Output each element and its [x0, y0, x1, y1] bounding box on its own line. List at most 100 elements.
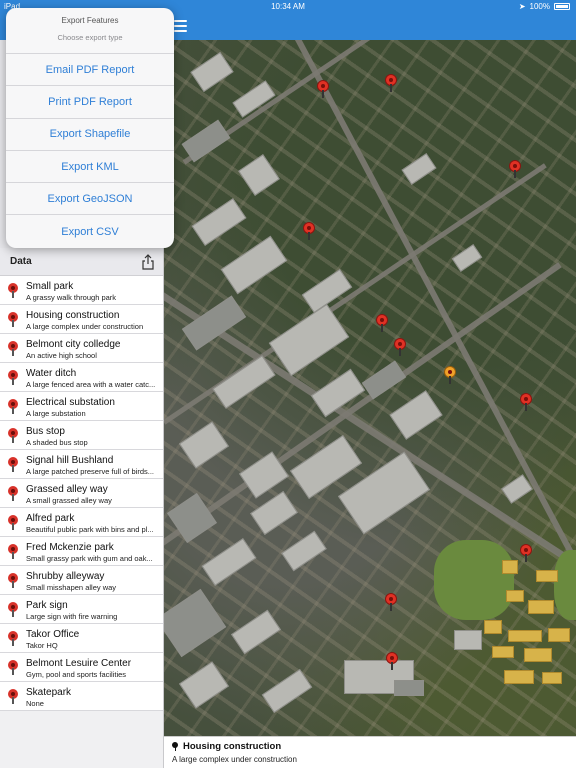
list-item[interactable]: Housing construction A large complex unde…: [0, 305, 163, 334]
map-pin-icon: [8, 341, 18, 356]
data-title: Data: [10, 256, 32, 267]
feature-description: A shaded bus stop: [26, 438, 88, 447]
feature-description: A large complex under construction: [26, 322, 144, 331]
map-building: [484, 620, 502, 634]
map-building: [231, 609, 281, 655]
list-item[interactable]: Fred Mckenzie park Small grassy park with…: [0, 537, 163, 566]
map-pin-icon: [8, 573, 18, 588]
feature-name: Alfred park: [26, 513, 75, 524]
map-building: [502, 560, 518, 574]
map-building: [261, 669, 313, 713]
map-pin-icon[interactable]: [520, 393, 532, 411]
map-building: [454, 630, 482, 650]
feature-name: Electrical substation: [26, 397, 115, 408]
export-subtitle: Choose export type: [57, 33, 123, 42]
list-item[interactable]: Small park A grassy walk through park: [0, 276, 163, 305]
list-item[interactable]: Electrical substation A large substation: [0, 392, 163, 421]
feature-description: None: [26, 699, 44, 708]
list-item[interactable]: Park sign Large sign with fire warning: [0, 595, 163, 624]
feature-name: Park sign: [26, 600, 68, 611]
feature-description: Large sign with fire warning: [26, 612, 118, 621]
selected-feature-panel[interactable]: Housing construction A large complex und…: [164, 736, 576, 768]
export-popover-header: Export Features Choose export type: [6, 8, 174, 54]
map-pin-icon[interactable]: [376, 314, 388, 332]
map-building: [389, 390, 443, 440]
map-pin-icon[interactable]: [303, 222, 315, 240]
feature-description: An active high school: [26, 351, 97, 360]
feature-list: Small park A grassy walk through park Hous…: [0, 276, 163, 711]
map-pin-icon: [8, 515, 18, 530]
print-pdf-report-button[interactable]: Print PDF Report: [6, 86, 174, 119]
map-pin-icon[interactable]: [520, 544, 532, 562]
export-popover: Export Features Choose export type Email…: [6, 8, 174, 248]
feature-description: A grassy walk through park: [26, 293, 117, 302]
map-pin-icon: [8, 283, 18, 298]
map-building: [536, 570, 558, 582]
map-pin-icon: [8, 486, 18, 501]
feature-description: Small grassy park with gum and oak...: [26, 554, 153, 563]
share-icon[interactable]: [141, 253, 155, 270]
map-building: [281, 530, 327, 572]
export-csv-button[interactable]: Export CSV: [6, 215, 174, 247]
map-building: [401, 153, 437, 185]
map-building: [451, 244, 483, 272]
status-right: ➤ 100%: [519, 2, 570, 11]
list-item[interactable]: Shrubby alleyway Small misshapen alley wa…: [0, 566, 163, 595]
list-item[interactable]: Signal hill Bushland A large patched pres…: [0, 450, 163, 479]
map-building: [524, 648, 552, 662]
map-building: [504, 670, 534, 684]
map-pin-icon: [8, 312, 18, 327]
map-building: [220, 235, 288, 295]
map-pin-icon[interactable]: [317, 80, 329, 98]
map-building: [190, 51, 234, 93]
list-item[interactable]: Belmont Lesuire Center Gym, pool and spor…: [0, 653, 163, 682]
map-building: [201, 538, 257, 586]
list-item[interactable]: Alfred park Beautiful public park with bi…: [0, 508, 163, 537]
list-item[interactable]: Belmont city colledge An active high scho…: [0, 334, 163, 363]
location-icon: ➤: [518, 2, 526, 11]
feature-name: Bus stop: [26, 426, 65, 437]
map-building: [542, 672, 562, 684]
map-building: [250, 491, 298, 535]
map-building: [179, 661, 229, 709]
export-title: Export Features: [61, 16, 119, 25]
list-item[interactable]: Water ditch A large fenced area with a wa…: [0, 363, 163, 392]
map-building: [492, 646, 514, 658]
map-building: [506, 590, 524, 602]
map-building: [179, 421, 229, 469]
map-pin-icon[interactable]: [509, 160, 521, 178]
data-header: Data: [0, 248, 163, 276]
map-pin-icon[interactable]: [394, 338, 406, 356]
feature-description: A large fenced area with a water catc...: [26, 380, 156, 389]
list-item[interactable]: Grassed alley way A small grassed alley w…: [0, 479, 163, 508]
feature-description: A large patched preserve full of birds..…: [26, 467, 154, 476]
map-pin-icon[interactable]: [385, 593, 397, 611]
list-item[interactable]: Takor Office Takor HQ: [0, 624, 163, 653]
export-geojson-button[interactable]: Export GeoJSON: [6, 183, 174, 216]
map-pin-icon: [8, 399, 18, 414]
selected-feature-description: A large complex under construction: [172, 755, 297, 764]
map-pin-icon: [8, 602, 18, 617]
feature-name: Water ditch: [26, 368, 77, 379]
export-shapefile-button[interactable]: Export Shapefile: [6, 119, 174, 151]
feature-description: A small grassed alley way: [26, 496, 112, 505]
list-item[interactable]: Bus stop A shaded bus stop: [0, 421, 163, 450]
hamburger-icon[interactable]: [174, 20, 187, 32]
map-pin-selected-icon[interactable]: [444, 366, 456, 384]
map-building: [191, 198, 247, 246]
list-item[interactable]: Skatepark None: [0, 682, 163, 711]
feature-name: Skatepark: [26, 687, 72, 698]
map-pin-icon[interactable]: [386, 652, 398, 670]
feature-name: Shrubby alleyway: [26, 571, 105, 582]
map-pin-icon[interactable]: [385, 74, 397, 92]
map-building: [361, 360, 407, 400]
map-pin-icon: [8, 660, 18, 675]
map-building: [164, 588, 227, 658]
feature-name: Takor Office: [26, 629, 80, 640]
map-building: [268, 303, 350, 377]
feature-description: A large substation: [26, 409, 86, 418]
map-pin-icon: [8, 631, 18, 646]
email-pdf-report-button[interactable]: Email PDF Report: [6, 54, 174, 87]
export-kml-button[interactable]: Export KML: [6, 151, 174, 184]
satellite-map[interactable]: [164, 40, 576, 736]
